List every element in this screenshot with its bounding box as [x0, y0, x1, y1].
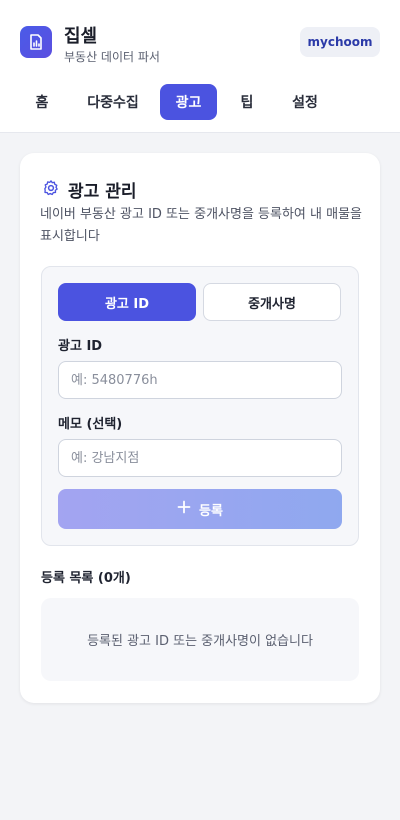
memo-label: 메모 (선택)	[58, 417, 123, 432]
ad-management-card: 광고 관리 네이버 부동산 광고 ID 또는 중개사명을 등록하여 내 매물을 …	[20, 153, 380, 703]
mode-agent-name-button[interactable]: 중개사명	[203, 283, 341, 321]
tab-multi-collect[interactable]: 다중수집	[78, 84, 148, 120]
app-header: 집셀 부동산 데이터 파서 mychoom 홈 다중수집 광고 팁 설정	[0, 0, 400, 133]
tab-settings[interactable]: 설정	[280, 84, 330, 120]
app-subtitle: 부동산 데이터 파서	[64, 50, 160, 64]
user-account-button[interactable]: mychoom	[300, 27, 380, 57]
mode-ad-id-button[interactable]: 광고 ID	[58, 283, 196, 321]
register-button[interactable]: 등록	[58, 489, 342, 529]
empty-state-message: 등록된 광고 ID 또는 중개사명이 없습니다	[41, 598, 359, 681]
tab-home[interactable]: 홈	[20, 84, 64, 120]
ad-id-label: 광고 ID	[58, 339, 103, 354]
tab-ads[interactable]: 광고	[160, 84, 217, 120]
gear-icon	[42, 179, 60, 197]
registration-form: 광고 ID 중개사명 광고 ID 메모 (선택) 등록	[41, 266, 359, 546]
document-chart-icon[interactable]	[20, 26, 52, 58]
plus-icon	[177, 500, 191, 518]
memo-input[interactable]	[58, 439, 342, 477]
tab-tips[interactable]: 팁	[226, 84, 268, 120]
main-tabs: 홈 다중수집 광고 팁 설정	[0, 84, 400, 120]
register-button-label: 등록	[199, 503, 223, 519]
ad-id-input[interactable]	[58, 361, 342, 399]
registered-list-title: 등록 목록 (0개)	[41, 571, 131, 586]
app-title: 집셀	[64, 26, 98, 47]
card-title: 광고 관리	[68, 182, 137, 202]
card-description: 네이버 부동산 광고 ID 또는 중개사명을 등록하여 내 매물을 표시합니다	[40, 207, 362, 244]
